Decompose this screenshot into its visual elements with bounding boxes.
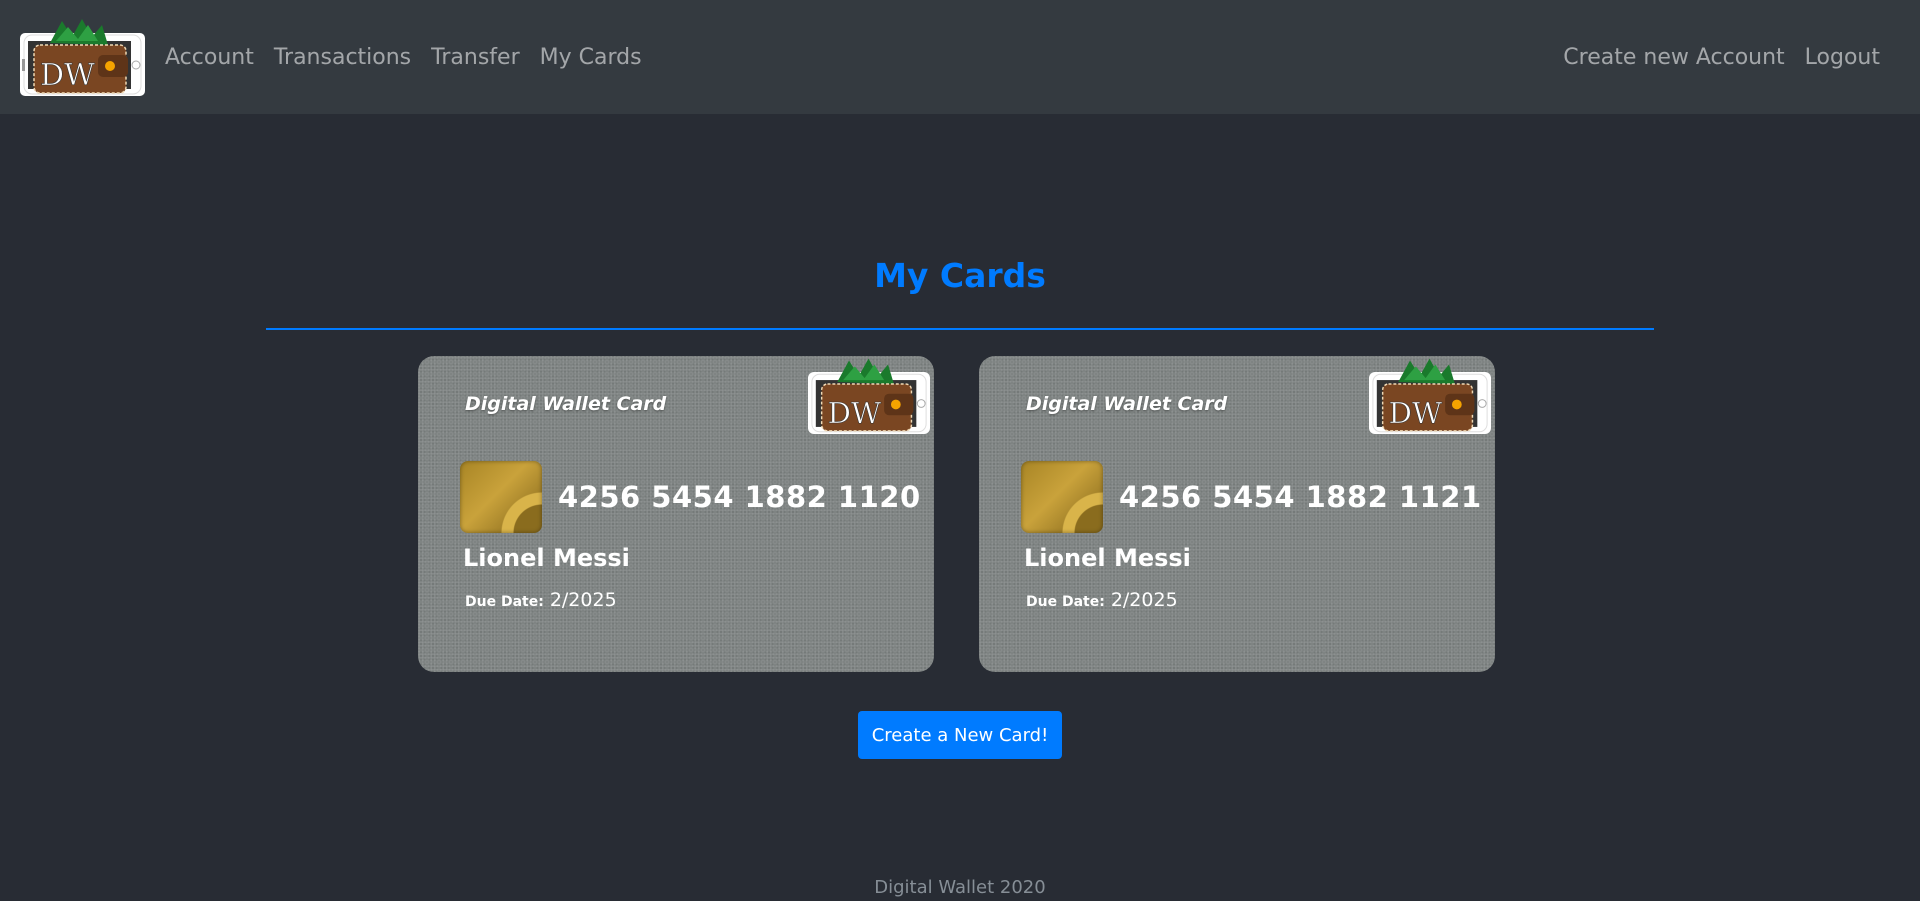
credit-card[interactable]: Digital Wallet Card DW 4256 5454 1882 11… xyxy=(418,356,934,672)
svg-text:DW: DW xyxy=(1389,396,1443,430)
card-number: 4256 5454 1882 1121 xyxy=(1119,480,1482,514)
card-chip-icon xyxy=(460,461,542,533)
card-number: 4256 5454 1882 1120 xyxy=(558,480,921,514)
nav-transactions[interactable]: Transactions xyxy=(274,45,411,70)
card-holder-name: Lionel Messi xyxy=(1024,544,1191,572)
due-date-label: Due Date: xyxy=(465,594,544,610)
due-date-value: 2/2025 xyxy=(1110,589,1178,611)
nav-links-left: Account Transactions Transfer My Cards xyxy=(165,0,662,114)
wallet-logo-icon: DW xyxy=(1372,358,1488,433)
card-brand-label: Digital Wallet Card xyxy=(465,393,667,415)
nav-account[interactable]: Account xyxy=(165,45,254,70)
nav-transfer[interactable]: Transfer xyxy=(431,45,519,70)
nav-create-account[interactable]: Create new Account xyxy=(1563,45,1784,70)
create-new-card-button[interactable]: Create a New Card! xyxy=(858,711,1062,759)
svg-text:DW: DW xyxy=(828,396,882,430)
wallet-logo-icon: DW xyxy=(22,19,142,95)
due-date-label: Due Date: xyxy=(1026,594,1105,610)
card-brand-label: Digital Wallet Card xyxy=(1026,393,1228,415)
nav-logout[interactable]: Logout xyxy=(1805,45,1880,70)
navbar: DW Account Transactions Transfer My Card… xyxy=(0,0,1920,114)
card-chip-icon xyxy=(1021,461,1103,533)
card-logo: DW xyxy=(808,358,930,434)
page-title: My Cards xyxy=(874,256,1046,295)
digital-wallet-logo[interactable]: DW xyxy=(20,19,145,96)
card-due-date: Due Date: 2/2025 xyxy=(465,589,617,611)
nav-links-right: Create new Account Logout xyxy=(1543,0,1880,114)
card-logo: DW xyxy=(1369,358,1491,434)
card-due-date: Due Date: 2/2025 xyxy=(1026,589,1178,611)
title-divider xyxy=(266,328,1654,330)
due-date-value: 2/2025 xyxy=(549,589,617,611)
footer-text: Digital Wallet 2020 xyxy=(874,877,1046,898)
credit-card[interactable]: Digital Wallet Card DW 4256 5454 1882 11… xyxy=(979,356,1495,672)
card-holder-name: Lionel Messi xyxy=(463,544,630,572)
wallet-logo-icon: DW xyxy=(811,358,927,433)
nav-my-cards[interactable]: My Cards xyxy=(540,45,642,70)
svg-text:DW: DW xyxy=(40,58,95,93)
